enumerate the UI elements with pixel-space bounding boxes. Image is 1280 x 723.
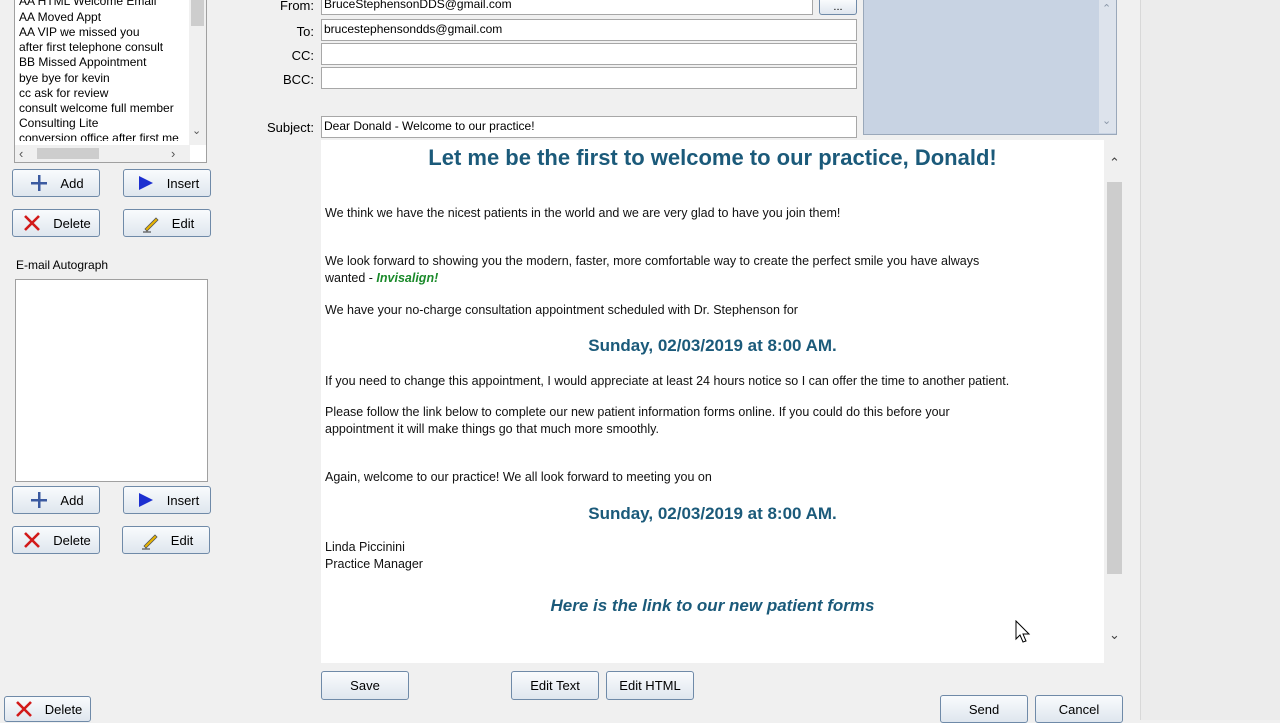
send-button[interactable]: Send <box>940 695 1028 723</box>
pencil-icon <box>140 212 162 234</box>
list-item[interactable]: conversion office after first me <box>19 131 179 141</box>
list-item[interactable]: BB Missed Appointment <box>19 55 146 70</box>
paragraph: wanted - Invisalign! <box>325 270 438 287</box>
list-item[interactable]: AA VIP we missed you <box>19 25 140 40</box>
appointment-date: Sunday, 02/03/2019 at 8:00 AM. <box>588 504 837 523</box>
template-list[interactable]: AA HTML Welcome Email AA Moved Appt AA V… <box>14 0 207 163</box>
body-scrollbar[interactable]: ⌃ ⌄ <box>1105 155 1124 650</box>
from-field[interactable]: BruceStephensonDDS@gmail.com <box>321 0 813 15</box>
email-heading: Let me be the first to welcome to our pr… <box>428 145 997 170</box>
insert-template-button[interactable]: Insert <box>123 169 211 197</box>
paragraph: We think we have the nicest patients in … <box>325 206 841 220</box>
edit-template-button[interactable]: Edit <box>123 209 211 237</box>
button-label: Edit <box>170 532 194 548</box>
plus-icon <box>28 489 50 511</box>
paragraph: Again, welcome to our practice! We all l… <box>325 470 712 484</box>
mouse-cursor-icon <box>1015 620 1031 643</box>
button-label: Insert <box>166 175 200 191</box>
chevron-down-icon[interactable]: ⌄ <box>192 124 201 137</box>
insert-autograph-button[interactable]: Insert <box>123 486 211 514</box>
edit-autograph-button[interactable]: Edit <box>122 526 210 554</box>
chevron-right-icon[interactable]: › <box>171 146 175 161</box>
paragraph: appointment it will make things go that … <box>325 422 659 436</box>
list-item[interactable]: bye bye for kevin <box>19 71 110 86</box>
right-panel <box>1140 0 1280 720</box>
button-label: Edit <box>171 215 195 231</box>
appointment-date: Sunday, 02/03/2019 at 8:00 AM. <box>588 336 837 355</box>
add-autograph-button[interactable]: Add <box>12 486 100 514</box>
paragraph: We have your no-charge consultation appo… <box>325 303 798 317</box>
edit-html-button[interactable]: Edit HTML <box>606 671 694 700</box>
forms-link[interactable]: Here is the link to our new patient form… <box>321 596 1104 616</box>
red-x-icon <box>13 698 35 720</box>
list-item[interactable]: cc ask for review <box>19 86 108 101</box>
list-item[interactable]: AA Moved Appt <box>19 10 101 25</box>
button-label: Delete <box>44 701 83 717</box>
delete-autograph-button[interactable]: Delete <box>12 526 100 554</box>
autograph-box[interactable] <box>15 279 208 482</box>
red-x-icon <box>21 212 43 234</box>
scroll-thumb[interactable] <box>191 0 204 26</box>
arrow-right-icon <box>135 489 157 511</box>
button-label: Delete <box>53 215 91 231</box>
email-body[interactable]: Let me be the first to welcome to our pr… <box>321 140 1104 663</box>
list-horizontal-scrollbar[interactable]: ‹ › <box>15 145 190 162</box>
pencil-icon <box>139 529 161 551</box>
edit-text-button[interactable]: Edit Text <box>511 671 599 700</box>
chevron-up-icon[interactable]: ⌃ <box>1109 155 1120 171</box>
save-button[interactable]: Save <box>321 671 409 700</box>
button-label: Add <box>60 175 84 191</box>
plus-icon <box>28 172 50 194</box>
signature-title: Practice Manager <box>325 557 423 571</box>
delete-button[interactable]: Delete <box>4 696 91 722</box>
list-vertical-scrollbar[interactable]: ⌄ <box>189 0 206 145</box>
list-item[interactable]: AA HTML Welcome Email <box>19 0 156 9</box>
preview-pane: ⌃ ⌄ <box>863 0 1117 135</box>
subject-field[interactable]: Dear Donald - Welcome to our practice! <box>321 116 857 138</box>
cancel-button[interactable]: Cancel <box>1035 695 1123 723</box>
chevron-left-icon[interactable]: ‹ <box>19 146 23 161</box>
to-field[interactable]: brucestephensondds@gmail.com <box>321 19 857 41</box>
delete-template-button[interactable]: Delete <box>12 209 100 237</box>
paragraph-text: wanted - <box>325 271 377 285</box>
subject-label: Subject: <box>267 120 314 135</box>
button-label: Add <box>60 492 84 508</box>
to-label: To: <box>296 24 314 39</box>
list-item[interactable]: Consulting Lite <box>19 116 98 131</box>
bcc-label: BCC: <box>282 72 314 87</box>
button-label: Insert <box>166 492 200 508</box>
arrow-right-icon <box>135 172 157 194</box>
list-item[interactable]: after first telephone consult <box>19 40 163 55</box>
paragraph: We look forward to showing you the moder… <box>325 254 980 268</box>
browse-from-button[interactable]: ... <box>819 0 857 15</box>
red-x-icon <box>21 529 43 551</box>
paragraph: Please follow the link below to complete… <box>325 405 950 419</box>
cc-field[interactable] <box>321 43 857 65</box>
bcc-field[interactable] <box>321 67 857 89</box>
list-item[interactable]: consult welcome full member <box>19 101 174 116</box>
chevron-down-icon[interactable]: ⌄ <box>1109 627 1120 643</box>
scroll-thumb[interactable] <box>37 148 99 159</box>
brand-text: Invisalign! <box>376 271 439 285</box>
chevron-down-icon[interactable]: ⌄ <box>1102 114 1111 127</box>
button-label: Delete <box>53 532 91 548</box>
chevron-up-icon[interactable]: ⌃ <box>1102 2 1111 15</box>
preview-scrollbar[interactable]: ⌃ ⌄ <box>1099 0 1116 133</box>
from-label: From: <box>280 0 314 13</box>
autograph-label: E-mail Autograph <box>16 258 109 272</box>
paragraph: If you need to change this appointment, … <box>325 374 1010 388</box>
add-template-button[interactable]: Add <box>12 169 100 197</box>
cc-label: CC: <box>291 48 314 63</box>
scroll-thumb[interactable] <box>1107 182 1122 574</box>
signature-name: Linda Piccinini <box>325 540 405 554</box>
